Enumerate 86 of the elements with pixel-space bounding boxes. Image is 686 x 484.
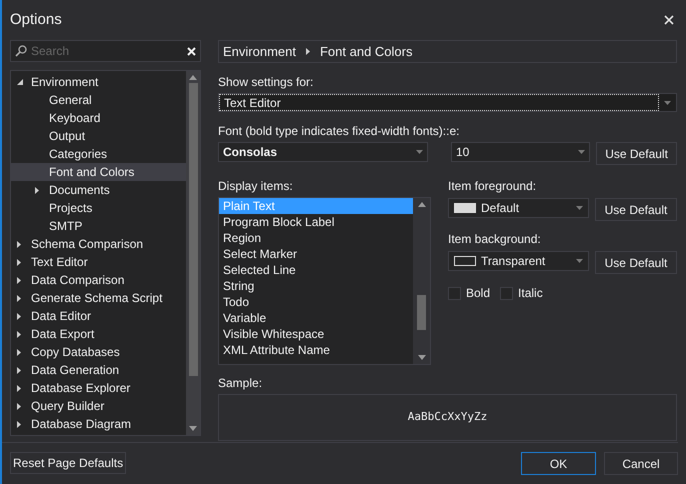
list-item[interactable]: Select Marker — [219, 246, 413, 262]
scrollbar[interactable] — [186, 71, 200, 435]
tree-item[interactable]: Data Export — [11, 325, 186, 343]
collapsed-icon[interactable] — [17, 330, 21, 338]
checkbox[interactable] — [500, 286, 514, 300]
tree-item[interactable]: Environment — [11, 73, 186, 91]
tree-item[interactable]: Projects — [11, 199, 186, 217]
field-label: Sample: — [218, 375, 264, 392]
sample-text: AaBbCcXxYyZz — [408, 409, 488, 426]
ok-button[interactable]: OK — [521, 452, 596, 475]
search-input[interactable]: Search — [31, 42, 183, 60]
field-label: Display items: — [218, 178, 294, 195]
tree-item[interactable]: Generate Schema Script — [11, 289, 186, 307]
list-item[interactable]: Program Block Label — [219, 214, 413, 230]
color-dropdown[interactable]: Default — [448, 198, 589, 218]
tree-item[interactable]: Copy Databases — [11, 343, 186, 361]
expanded-icon[interactable] — [17, 79, 23, 85]
checkbox-label: Italic — [518, 285, 543, 302]
dropdown-arrow-icon — [576, 259, 583, 263]
tree-item[interactable]: Query Builder — [11, 397, 186, 415]
use-default-button[interactable]: Use Default — [595, 251, 677, 274]
collapsed-icon[interactable] — [17, 366, 21, 374]
checkbox[interactable] — [448, 286, 461, 300]
collapsed-icon[interactable] — [17, 348, 21, 356]
collapsed-icon[interactable] — [17, 294, 21, 302]
tree-item[interactable]: Schema Comparison — [11, 235, 186, 253]
breadcrumb-item[interactable]: Environment — [223, 42, 296, 62]
collapsed-icon[interactable] — [17, 312, 21, 320]
tree-item[interactable]: Data Editor — [11, 307, 186, 325]
collapsed-icon[interactable] — [17, 258, 21, 266]
scrollbar[interactable] — [413, 198, 430, 364]
dropdown-arrow-icon — [664, 100, 671, 104]
cancel-button[interactable]: Cancel — [604, 452, 678, 475]
settings-dropdown[interactable]: Text Editor — [218, 93, 677, 112]
scroll-up-icon[interactable] — [189, 75, 197, 80]
clear-icon[interactable] — [187, 46, 196, 56]
reset-button[interactable]: Reset Page Defaults — [10, 452, 126, 474]
list-item[interactable]: Region — [219, 230, 413, 246]
search-field[interactable]: Search — [10, 40, 201, 62]
scroll-down-icon[interactable] — [418, 355, 426, 360]
list-item[interactable]: XML Attribute Name — [219, 342, 413, 358]
collapsed-icon[interactable] — [17, 402, 21, 410]
breadcrumb-item[interactable]: Font and Colors — [320, 42, 412, 62]
tree-item[interactable]: Data Generation — [11, 361, 186, 379]
dropdown-arrow-icon — [578, 150, 586, 154]
list-item[interactable]: Variable — [219, 310, 413, 326]
list-item[interactable]: Todo — [219, 294, 413, 310]
size-dropdown[interactable]: 10 — [450, 142, 590, 162]
scroll-thumb[interactable] — [188, 83, 198, 376]
collapsed-icon[interactable] — [17, 420, 21, 428]
tree-item[interactable]: General — [11, 91, 186, 109]
list-item[interactable]: Visible Whitespace — [219, 326, 413, 342]
color-dropdown[interactable]: Transparent — [448, 251, 589, 271]
search-icon — [15, 45, 27, 57]
list-item[interactable]: Selected Line — [219, 262, 413, 278]
list-item[interactable]: String — [219, 278, 413, 294]
tree-item[interactable]: Database Explorer — [11, 379, 186, 397]
field-label: Item foreground: — [448, 178, 538, 195]
collapsed-icon[interactable] — [17, 276, 21, 284]
use-default-button[interactable]: Use Default — [595, 198, 677, 221]
scroll-thumb[interactable] — [417, 294, 426, 330]
dropdown-arrow-icon — [576, 206, 583, 210]
close-icon[interactable] — [664, 15, 674, 25]
use-default-button[interactable]: Use Default — [596, 142, 678, 165]
tree-item[interactable]: Documents — [11, 181, 186, 199]
window-title: Options — [10, 10, 62, 30]
font-dropdown[interactable]: Consolas — [218, 142, 428, 162]
scroll-down-icon[interactable] — [189, 426, 197, 431]
tree-item[interactable]: Output — [11, 127, 186, 145]
checkbox-label: Bold — [466, 285, 490, 302]
field-label: Item background: — [448, 231, 542, 248]
tree-item[interactable]: Data Comparison — [11, 271, 186, 289]
tree-item[interactable]: Database Diagram — [11, 415, 186, 433]
dropdown-arrow-icon — [416, 150, 424, 154]
tree-item[interactable]: Keyboard — [11, 109, 186, 127]
field-label: Font (bold type indicates fixed-width fonts)::e: — [218, 123, 460, 140]
chevron-icon — [306, 48, 310, 55]
field-label: Show settings for: — [218, 74, 314, 91]
tree-item[interactable]: SMTP — [11, 217, 186, 235]
collapsed-icon[interactable] — [17, 384, 21, 392]
tree-item[interactable]: Font and Colors — [11, 163, 186, 181]
collapsed-icon[interactable] — [35, 186, 39, 194]
scroll-up-icon[interactable] — [418, 202, 426, 207]
tree-item[interactable]: Categories — [11, 145, 186, 163]
collapsed-icon[interactable] — [17, 240, 21, 248]
tree-item[interactable]: Text Editor — [11, 253, 186, 271]
